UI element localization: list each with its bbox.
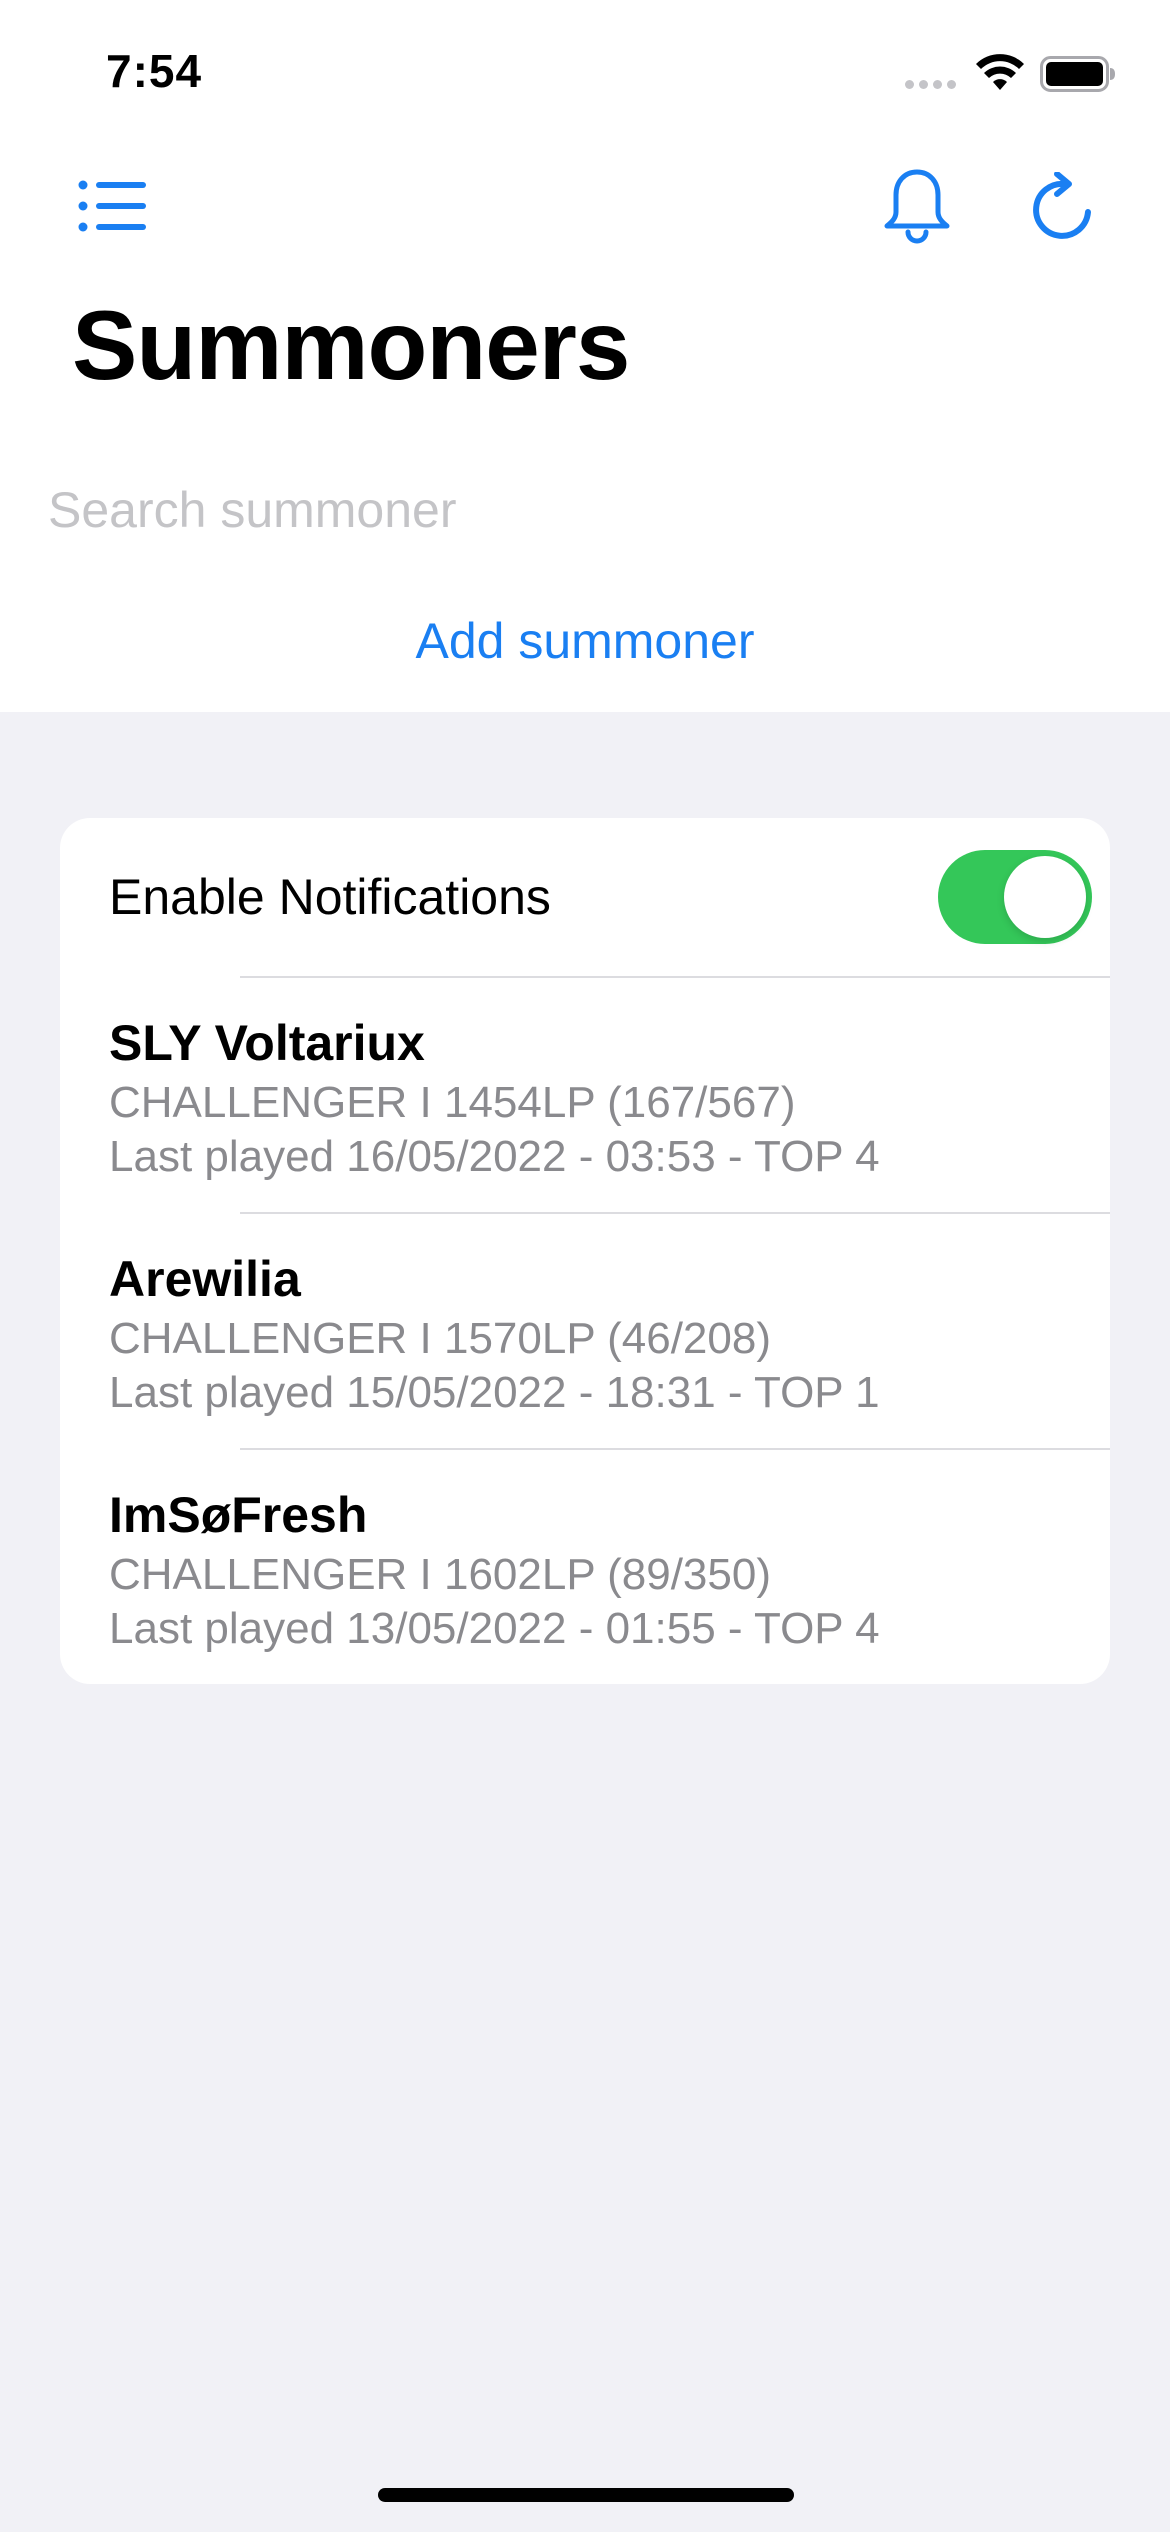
- summoner-rank: CHALLENGER I 1602LP (89/350): [109, 1550, 771, 1599]
- page-title: Summoners: [72, 290, 630, 400]
- summoner-last-played: Last played 13/05/2022 - 01:55 - TOP 4: [109, 1604, 880, 1653]
- add-summoner-button[interactable]: Add summoner: [0, 612, 1170, 670]
- list-item-summoner[interactable]: ImSøFresh CHALLENGER I 1602LP (89/350) L…: [60, 1450, 1110, 1684]
- summoner-rank: CHALLENGER I 1454LP (167/567): [109, 1078, 796, 1127]
- refresh-icon[interactable]: [1022, 168, 1102, 248]
- summoner-rank: CHALLENGER I 1570LP (46/208): [109, 1314, 771, 1363]
- notifications-row: Enable Notifications: [60, 818, 1110, 976]
- search-input[interactable]: [48, 470, 1118, 550]
- list-item-summoner[interactable]: SLY Voltariux CHALLENGER I 1454LP (167/5…: [60, 978, 1110, 1214]
- summoner-name: Arewilia: [109, 1251, 301, 1307]
- summoner-name: ImSøFresh: [109, 1487, 368, 1543]
- summoner-last-played: Last played 16/05/2022 - 03:53 - TOP 4: [109, 1132, 880, 1181]
- list-icon[interactable]: [73, 166, 153, 246]
- cellular-signal-icon: [905, 80, 956, 89]
- notifications-label: Enable Notifications: [109, 869, 551, 925]
- toggle-knob: [1004, 856, 1086, 938]
- summoner-name: SLY Voltariux: [109, 1015, 425, 1071]
- summoner-last-played: Last played 15/05/2022 - 18:31 - TOP 1: [109, 1368, 880, 1417]
- status-time: 7:54: [106, 45, 203, 97]
- wifi-icon: [976, 54, 1024, 90]
- bell-icon[interactable]: [877, 166, 957, 246]
- notifications-toggle[interactable]: [938, 850, 1092, 944]
- battery-icon: [1040, 56, 1115, 92]
- list-item-summoner[interactable]: Arewilia CHALLENGER I 1570LP (46/208) La…: [60, 1214, 1110, 1450]
- home-indicator: [378, 2488, 794, 2502]
- summoners-card: Enable Notifications SLY Voltariux CHALL…: [60, 818, 1110, 1684]
